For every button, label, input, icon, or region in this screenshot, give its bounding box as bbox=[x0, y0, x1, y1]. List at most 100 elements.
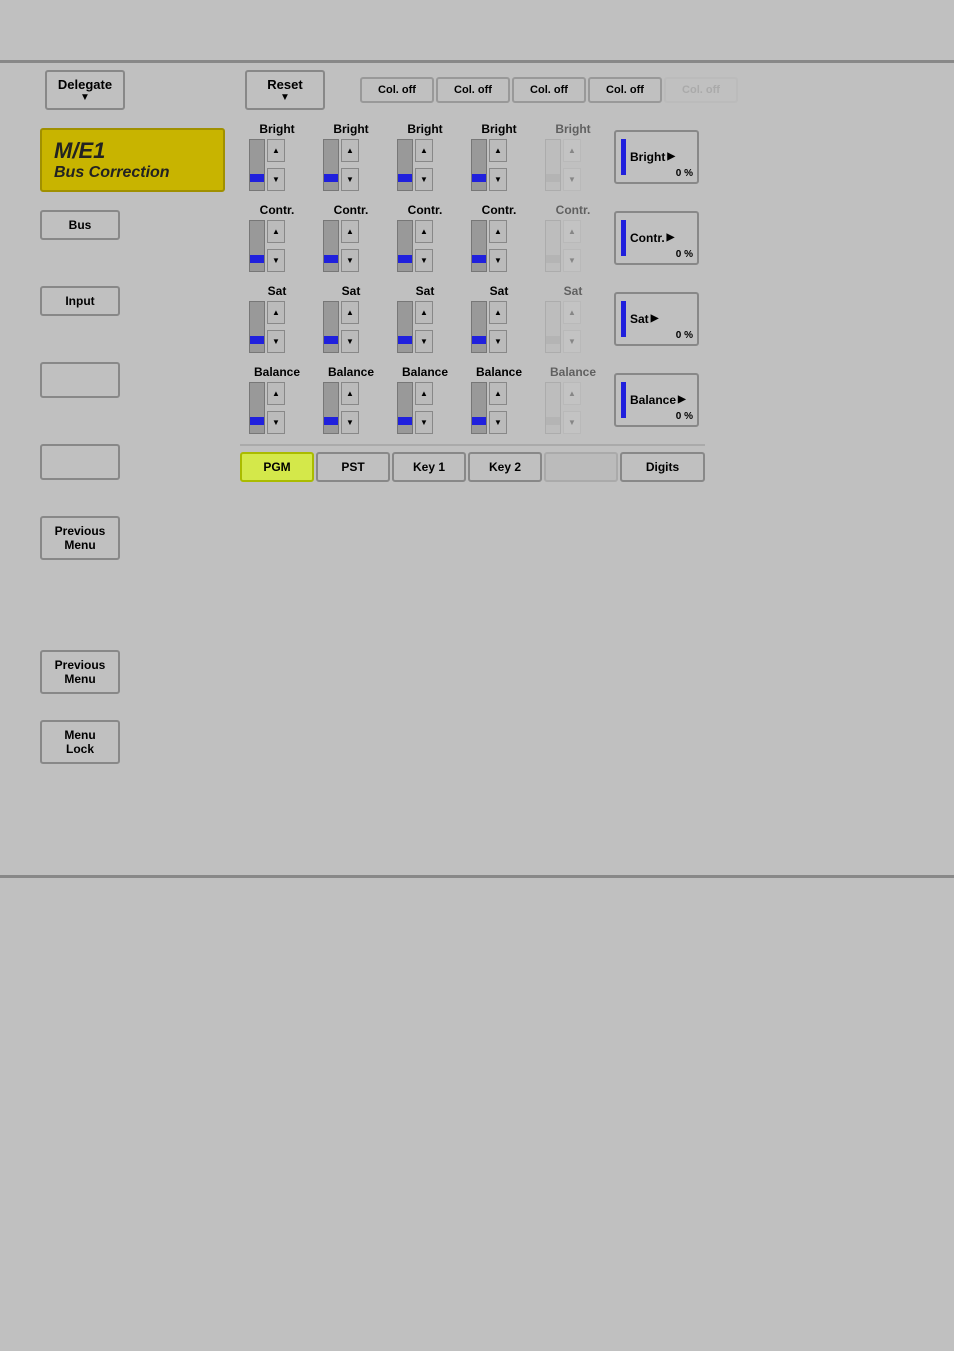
contr-col2-down[interactable]: ▼ bbox=[341, 249, 359, 272]
bottom-divider bbox=[0, 875, 954, 878]
balance-col3-down[interactable]: ▼ bbox=[415, 411, 433, 434]
contr-section: Contr. ▲ ▼ Contr. bbox=[240, 199, 705, 276]
col-off-button-1[interactable]: Col. off bbox=[360, 77, 434, 103]
contr-right-pct: 0 % bbox=[676, 249, 693, 260]
previous-menu-button[interactable]: Previous Menu bbox=[40, 516, 120, 560]
col-off-button-4[interactable]: Col. off bbox=[588, 77, 662, 103]
key1-button[interactable]: Key 1 bbox=[392, 452, 466, 482]
bright-col4-up[interactable]: ▲ bbox=[489, 139, 507, 162]
sat-col4-down[interactable]: ▼ bbox=[489, 330, 507, 353]
balance-col3-up[interactable]: ▲ bbox=[415, 382, 433, 405]
bright-right-label: Bright bbox=[630, 150, 665, 164]
sat-right-label: Sat bbox=[630, 312, 649, 326]
balance-col4-up[interactable]: ▲ bbox=[489, 382, 507, 405]
contr-col-5: Contr. ▲ ▼ bbox=[536, 199, 610, 276]
col-off-button-2[interactable]: Col. off bbox=[436, 77, 510, 103]
sat-right-pct: 0 % bbox=[676, 330, 693, 341]
delegate-button[interactable]: Delegate ▼ bbox=[45, 70, 125, 110]
sidebar-blank-1[interactable] bbox=[40, 362, 120, 398]
digits-button[interactable]: Digits bbox=[620, 452, 705, 482]
top-divider bbox=[0, 60, 954, 63]
bright-col-2: Bright ▲ ▼ bbox=[314, 118, 388, 195]
contr-col4-up[interactable]: ▲ bbox=[489, 220, 507, 243]
sat-col2-down[interactable]: ▼ bbox=[341, 330, 359, 353]
bright-right-button[interactable]: Bright ▶ 0 % bbox=[614, 130, 699, 184]
bright-col3-up[interactable]: ▲ bbox=[415, 139, 433, 162]
bright-col-3: Bright ▲ ▼ bbox=[388, 118, 462, 195]
balance-col-5: Balance ▲ ▼ bbox=[536, 361, 610, 438]
bright-right-pct: 0 % bbox=[676, 168, 693, 179]
pst-button[interactable]: PST bbox=[316, 452, 390, 482]
contr-right-label: Contr. bbox=[630, 231, 665, 245]
bright-col-5: Bright ▲ ▼ bbox=[536, 118, 610, 195]
contr-col3-down[interactable]: ▼ bbox=[415, 249, 433, 272]
balance-right-button[interactable]: Balance ▶ 0 % bbox=[614, 373, 699, 427]
col-off-button-5[interactable]: Col. off bbox=[664, 77, 738, 103]
sat-col5-up[interactable]: ▲ bbox=[563, 301, 581, 324]
balance-col5-up[interactable]: ▲ bbox=[563, 382, 581, 405]
bright-col4-down[interactable]: ▼ bbox=[489, 168, 507, 191]
col-off-button-3[interactable]: Col. off bbox=[512, 77, 586, 103]
contr-col1-down[interactable]: ▼ bbox=[267, 249, 285, 272]
sat-col-3: Sat ▲ ▼ bbox=[388, 280, 462, 357]
balance-col1-up[interactable]: ▲ bbox=[267, 382, 285, 405]
contr-col4-down[interactable]: ▼ bbox=[489, 249, 507, 272]
bright-col5-down[interactable]: ▼ bbox=[563, 168, 581, 191]
bright-col1-up[interactable]: ▲ bbox=[267, 139, 285, 162]
contr-right-arrow: ▶ bbox=[667, 232, 675, 243]
balance-right-arrow: ▶ bbox=[678, 394, 686, 405]
sat-col2-up[interactable]: ▲ bbox=[341, 301, 359, 324]
empty-button[interactable] bbox=[544, 452, 618, 482]
key2-button[interactable]: Key 2 bbox=[468, 452, 542, 482]
sat-section: Sat ▲ ▼ Sat bbox=[240, 280, 705, 357]
bright-col-1: Bright ▲ ▼ bbox=[240, 118, 314, 195]
delegate-label: Delegate bbox=[58, 77, 112, 92]
input-button[interactable]: Input bbox=[40, 286, 120, 316]
sat-col1-down[interactable]: ▼ bbox=[267, 330, 285, 353]
reset-arrow: ▼ bbox=[280, 92, 290, 103]
balance-section: Balance ▲ ▼ Balance bbox=[240, 361, 705, 438]
reset-button[interactable]: Reset ▼ bbox=[245, 70, 325, 110]
contr-right-button[interactable]: Contr. ▶ 0 % bbox=[614, 211, 699, 265]
bus-button[interactable]: Bus bbox=[40, 210, 120, 240]
sat-col-4: Sat ▲ ▼ bbox=[462, 280, 536, 357]
pgm-button[interactable]: PGM bbox=[240, 452, 314, 482]
sat-col3-down[interactable]: ▼ bbox=[415, 330, 433, 353]
balance-col4-down[interactable]: ▼ bbox=[489, 411, 507, 434]
menu-lock-button[interactable]: Menu Lock bbox=[40, 720, 120, 764]
sidebar-blank-2[interactable] bbox=[40, 444, 120, 480]
bright-col2-up[interactable]: ▲ bbox=[341, 139, 359, 162]
balance-col5-down[interactable]: ▼ bbox=[563, 411, 581, 434]
sat-col-1: Sat ▲ ▼ bbox=[240, 280, 314, 357]
balance-right-label: Balance bbox=[630, 393, 676, 407]
sat-col5-down[interactable]: ▼ bbox=[563, 330, 581, 353]
balance-col-4: Balance ▲ ▼ bbox=[462, 361, 536, 438]
sat-col1-up[interactable]: ▲ bbox=[267, 301, 285, 324]
sat-col-2: Sat ▲ ▼ bbox=[314, 280, 388, 357]
contr-col5-up[interactable]: ▲ bbox=[563, 220, 581, 243]
reset-label: Reset bbox=[267, 77, 302, 92]
balance-col2-down[interactable]: ▼ bbox=[341, 411, 359, 434]
balance-col1-down[interactable]: ▼ bbox=[267, 411, 285, 434]
bright-col1-down[interactable]: ▼ bbox=[267, 168, 285, 191]
contr-col5-down[interactable]: ▼ bbox=[563, 249, 581, 272]
previous-menu-button-2[interactable]: Previous Menu bbox=[40, 650, 120, 694]
title-me: M/E1 bbox=[54, 138, 211, 164]
contr-col-2: Contr. ▲ ▼ bbox=[314, 199, 388, 276]
sat-col3-up[interactable]: ▲ bbox=[415, 301, 433, 324]
sat-right-button[interactable]: Sat ▶ 0 % bbox=[614, 292, 699, 346]
bottom-buttons-row: PGM PST Key 1 Key 2 Digits bbox=[240, 452, 705, 482]
sat-right-arrow: ▶ bbox=[651, 313, 659, 324]
bright-col5-up[interactable]: ▲ bbox=[563, 139, 581, 162]
contr-col1-up[interactable]: ▲ bbox=[267, 220, 285, 243]
contr-col3-up[interactable]: ▲ bbox=[415, 220, 433, 243]
contr-col2-up[interactable]: ▲ bbox=[341, 220, 359, 243]
balance-col2-up[interactable]: ▲ bbox=[341, 382, 359, 405]
contr-col-4: Contr. ▲ ▼ bbox=[462, 199, 536, 276]
sat-col4-up[interactable]: ▲ bbox=[489, 301, 507, 324]
contr-col-1: Contr. ▲ ▼ bbox=[240, 199, 314, 276]
bright-col2-down[interactable]: ▼ bbox=[341, 168, 359, 191]
bright-col3-down[interactable]: ▼ bbox=[415, 168, 433, 191]
bright-col-4: Bright ▲ ▼ bbox=[462, 118, 536, 195]
bright-section: Bright ▲ ▼ Bright bbox=[240, 118, 705, 195]
